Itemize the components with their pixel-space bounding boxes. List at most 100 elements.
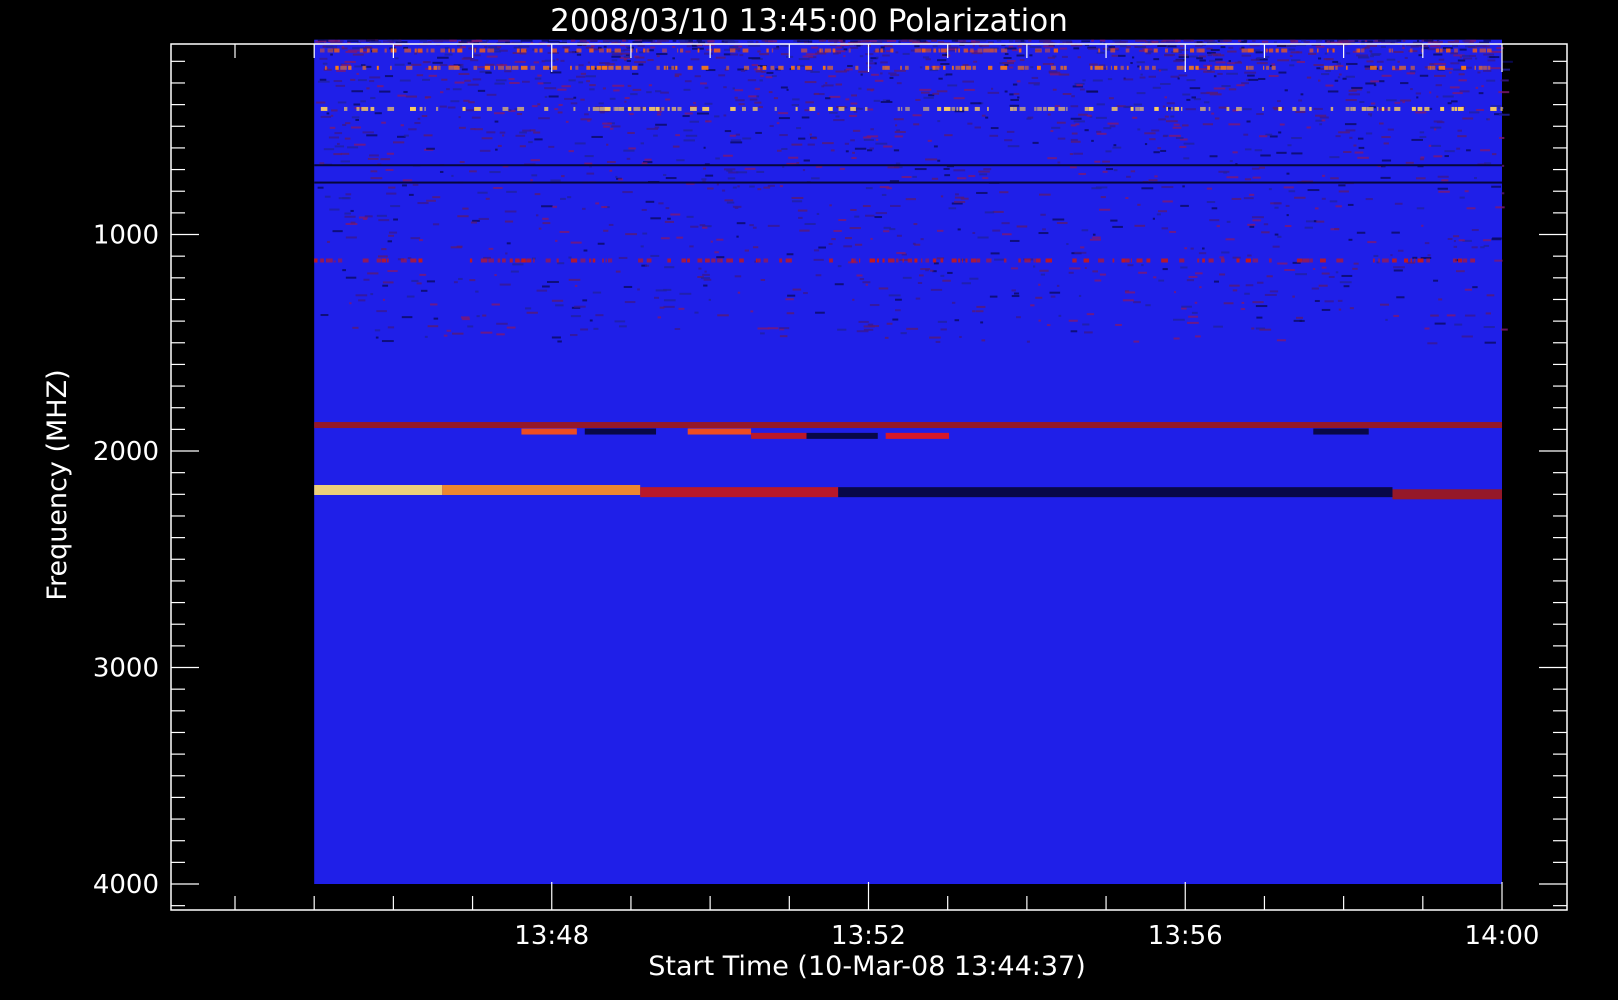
noise-pixel <box>702 273 710 276</box>
noise-pixel <box>989 295 998 298</box>
noise-pixel <box>1471 246 1478 249</box>
noise-pixel <box>1444 155 1449 158</box>
noise-pixel <box>865 214 875 217</box>
band-segment <box>606 48 609 53</box>
noise-pixel <box>1328 275 1335 278</box>
noise-pixel <box>1430 314 1439 317</box>
noise-pixel <box>1009 93 1014 96</box>
noise-pixel <box>534 77 542 80</box>
noise-pixel <box>1471 229 1479 232</box>
band-segment <box>850 106 856 111</box>
band-segment <box>959 106 963 111</box>
noise-pixel <box>1162 135 1168 138</box>
noise-pixel <box>1068 319 1078 322</box>
noise-pixel <box>592 291 602 294</box>
noise-pixel <box>1433 279 1439 282</box>
band-segment <box>1483 65 1487 70</box>
noise-pixel <box>1081 40 1091 43</box>
noise-pixel <box>411 279 419 282</box>
noise-pixel <box>542 217 549 220</box>
noise-pixel <box>561 175 565 178</box>
noise-pixel <box>1329 156 1340 159</box>
noise-pixel <box>645 200 655 203</box>
band-segment <box>534 48 538 53</box>
noise-pixel <box>948 207 957 210</box>
band-segment <box>932 258 937 263</box>
band-segment <box>717 258 722 263</box>
noise-pixel <box>1458 239 1465 242</box>
noise-pixel <box>328 39 341 42</box>
noise-pixel <box>510 270 519 273</box>
noise-pixel <box>703 167 707 170</box>
band-segment <box>1431 65 1436 70</box>
noise-pixel <box>1050 130 1054 133</box>
noise-pixel <box>1244 71 1257 74</box>
noise-pixel <box>769 124 774 127</box>
noise-pixel <box>737 49 741 52</box>
noise-pixel <box>1289 39 1296 42</box>
noise-pixel <box>352 53 364 56</box>
band-segment <box>1376 106 1379 111</box>
band-segment <box>1094 65 1101 70</box>
noise-pixel <box>641 162 648 165</box>
band-segment <box>822 65 826 70</box>
noise-pixel <box>634 61 646 64</box>
noise-pixel <box>1298 99 1303 102</box>
band-segment <box>362 65 367 70</box>
noise-pixel <box>1017 45 1022 48</box>
noise-pixel <box>792 288 802 291</box>
band-segment <box>1458 258 1463 263</box>
noise-pixel <box>1381 74 1392 77</box>
noise-pixel <box>1029 46 1042 49</box>
noise-pixel <box>1108 97 1114 100</box>
noise-pixel <box>470 59 479 62</box>
band-segment <box>937 106 942 111</box>
noise-pixel <box>1209 155 1218 158</box>
noise-pixel <box>1299 319 1305 322</box>
noise-pixel <box>1148 75 1156 78</box>
band-segment <box>1336 258 1344 263</box>
noise-pixel <box>654 126 660 129</box>
noise-pixel <box>1084 331 1093 334</box>
band-segment <box>805 65 812 70</box>
noise-pixel <box>845 150 849 153</box>
noise-pixel <box>1419 135 1427 138</box>
band-segment <box>1126 65 1129 70</box>
noise-pixel <box>1434 62 1446 65</box>
noise-pixel <box>477 191 488 194</box>
band-segment <box>437 65 441 70</box>
band-segment <box>1106 65 1108 70</box>
noise-pixel <box>796 127 802 130</box>
noise-pixel <box>829 111 838 114</box>
noise-pixel <box>640 245 644 248</box>
band-segment <box>972 65 976 70</box>
noise-pixel <box>570 315 581 318</box>
noise-pixel <box>427 325 439 328</box>
noise-pixel <box>1433 120 1443 123</box>
band-segment <box>671 106 677 111</box>
band-segment <box>614 106 619 111</box>
noise-pixel <box>453 281 458 284</box>
noise-pixel <box>672 57 675 60</box>
band-segment <box>1058 106 1066 111</box>
dark-line-680 <box>314 164 1502 167</box>
noise-pixel <box>1007 60 1016 63</box>
noise-pixel <box>747 40 754 43</box>
noise-pixel <box>1437 187 1448 190</box>
band-segment <box>770 65 775 70</box>
noise-pixel <box>1313 107 1323 110</box>
noise-pixel <box>1452 92 1463 95</box>
noise-pixel <box>1316 67 1321 70</box>
noise-pixel <box>1151 129 1160 132</box>
noise-pixel <box>825 97 831 100</box>
noise-pixel <box>561 85 571 88</box>
band-segment <box>418 258 423 263</box>
band-segment <box>615 65 622 70</box>
band-segment <box>964 106 969 111</box>
band-segment <box>1000 65 1008 70</box>
noise-pixel <box>737 291 741 294</box>
band-segment <box>494 65 496 70</box>
noise-pixel <box>347 49 360 52</box>
noise-pixel <box>382 284 389 287</box>
noise-pixel <box>686 215 694 218</box>
